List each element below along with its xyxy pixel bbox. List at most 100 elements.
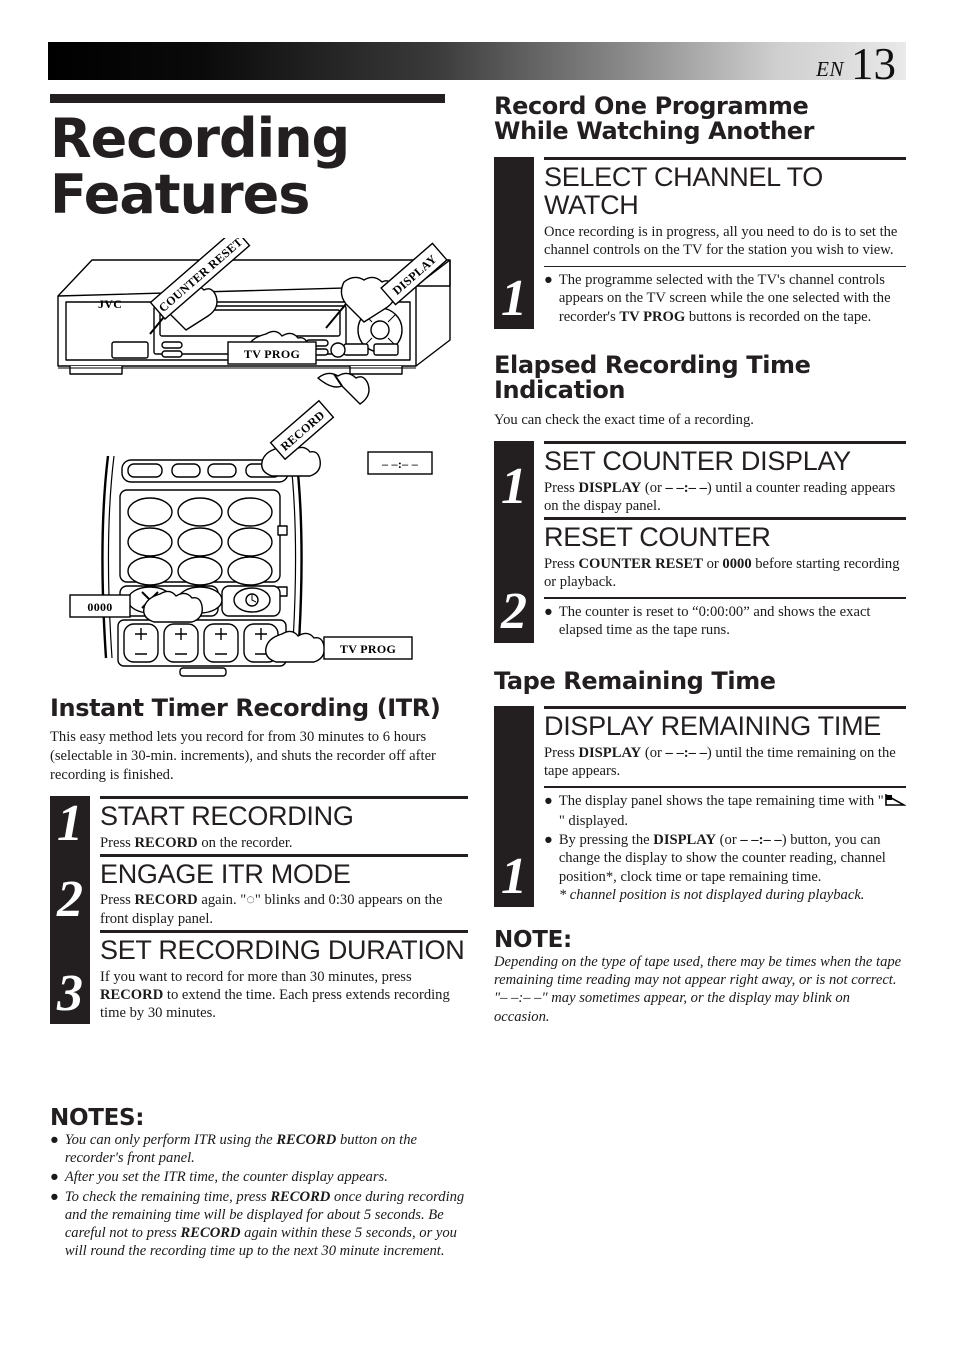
step-block: START RECORDING Press RECORD on the recor… [100,796,468,854]
list-item: ● You can only perform ITR using the RECO… [50,1131,468,1167]
page-number-group: EN 13 [816,39,906,86]
step-body-column: SELECT CHANNEL TO WATCH Once recording is… [534,156,906,329]
record-one-heading-line2: While Watching Another [494,117,815,146]
bullet-list: ● The programme selected with the TV's ch… [544,267,906,326]
step-title: ENGAGE ITR MODE [100,858,351,889]
step-title: SET RECORDING DURATION [100,934,465,965]
step-description: Press RECORD on the recorder. [100,834,293,851]
tape-remaining-section: Tape Remaining Time 1 DISPLAY REMAINING T… [494,668,907,908]
itr-notes-section: NOTES: ● You can only perform ITR using t… [50,1105,468,1262]
list-item: ● The display panel shows the tape remain… [544,792,907,830]
step-number: 1 [501,847,527,905]
step-body-column: START RECORDING Press RECORD on the recor… [90,796,468,1024]
bullet-text: The programme selected with the TV's cha… [558,272,891,325]
list-item: ● To check the remaining time, press RECO… [50,1188,468,1261]
elapsed-heading: Elapsed Recording Time Indication [494,352,906,405]
emphasis-bold: RECORD [270,1188,331,1205]
callout-dashes-button: – –:– – [367,451,433,475]
emphasis-bold: RECORD [134,892,198,909]
vcr-and-remote-illustration: COUNTER RESET DISPLAY TV PROG RECORD – –… [50,238,470,678]
callout-zero-button: 0000 [69,594,131,618]
note-text: After you set the ITR time, the counter … [64,1169,388,1186]
step-number: 3 [57,965,83,1023]
step-title: RESET COUNTER [544,522,771,553]
step-title: DISPLAY REMAINING TIME [544,710,881,741]
elapsed-steps: 1 2 SET COUNTER DISPLAY Press DISPLAY (or –… [494,441,906,643]
list-item: ● By pressing the DISPLAY (or – –:– –) bu… [544,831,906,904]
emphasis-bold: RECORD [180,1225,241,1242]
emphasis-bold: RECORD [100,986,164,1003]
list-item: ● The programme selected with the TV's ch… [544,271,906,326]
emphasis-bold: TV PROG [619,308,686,325]
emphasis-bold: – –:– – [665,479,707,496]
step-number-column: 12 [494,441,534,643]
emphasis-italic: * channel position is not displayed duri… [558,886,865,903]
bullet-dot: ● [50,1169,59,1186]
callout-tv-prog-vcr: TV PROG [227,341,317,365]
emphasis-bold: – –:– – [665,744,707,761]
emphasis-bold: RECORD [134,834,198,851]
step-number-column: 1 2 3 [50,796,90,1025]
tape-remaining-steps: 1 DISPLAY REMAINING TIME Press DISPLAY (or… [494,705,907,908]
step-description: Press DISPLAY (or – –:– –) until a count… [544,479,896,515]
page-header-bar: EN 13 [48,41,906,86]
callout-tv-prog-remote-label: TV PROG [340,642,396,656]
tape-note-body: Depending on the type of tape used, ther… [494,954,902,1025]
step-title: START RECORDING [100,801,354,832]
step-block: ENGAGE ITR MODE Press RECORD again. "◌" b… [100,853,468,930]
elapsed-heading-line2: Indication [494,376,626,405]
step-number: 2 [501,583,527,641]
record-one-heading: Record One Programme While Watching Anot… [494,92,906,146]
step-description: Press COUNTER RESET or 0000 before start… [544,555,900,591]
right-column: Record One Programme While Watching Anot… [494,92,907,1026]
callout-zero-button-label: 0000 [87,600,112,614]
step-number-column: 1 [494,705,534,908]
record-one-steps: 1 SELECT CHANNEL TO WATCH Once recording i… [494,156,906,329]
list-item: ● After you set the ITR time, the counter… [50,1168,468,1186]
step-number: 2 [57,871,83,929]
itr-heading: Instant Timer Recording (ITR) [50,694,441,722]
itr-notes-heading: NOTES: [50,1105,145,1131]
step-title: SELECT CHANNEL TO WATCH [544,161,823,221]
itr-intro: This easy method lets you record for fro… [50,729,436,783]
document-page: EN 13 Recording Features COUNTER RESET D… [0,0,954,1349]
elapsed-intro: You can check the exact time of a record… [494,411,754,428]
step-number-column: 1 [494,156,534,329]
step-body-column: DISPLAY REMAINING TIME Press DISPLAY (or … [534,705,907,907]
step-block: DISPLAY REMAINING TIME Press DISPLAY (or … [544,705,907,907]
emphasis-bold: – –:– – [740,832,782,849]
page-title: Recording Features [50,111,468,222]
emphasis-bold: RECORD [276,1132,337,1148]
record-one-section: Record One Programme While Watching Anot… [494,92,906,329]
tape-remaining-icon [884,793,907,812]
vcr-brand-label: JVC [98,297,122,311]
step-block: RESET COUNTER Press COUNTER RESET or 0000… [544,517,906,642]
step-block: SET COUNTER DISPLAY Press DISPLAY (or – –… [544,441,906,517]
step-description: If you want to record for more than 30 m… [100,968,450,1022]
callout-tv-prog-vcr-label: TV PROG [244,347,300,361]
bullet-list: ● The counter is reset to “0:00:00” and s… [544,599,906,639]
emphasis-bold: DISPLAY [653,832,717,849]
bullet-list: ● The display panel shows the tape remain… [544,788,907,904]
bullet-text: The display panel shows the tape remaini… [559,792,907,830]
title-rule [50,94,445,103]
step-title: SET COUNTER DISPLAY [544,446,851,477]
callout-dashes-button-label: – –:– – [381,457,419,471]
step-block: SELECT CHANNEL TO WATCH Once recording is… [544,156,906,329]
tape-note-heading: NOTE: [494,927,572,954]
note-text: To check the remaining time, press RECOR… [64,1188,465,1260]
bullet-dot: ● [50,1132,59,1148]
left-column: Recording Features [50,94,468,222]
bullet-dot: ● [544,832,553,849]
elapsed-section: Elapsed Recording Time Indication You ca… [494,352,906,643]
illustration-svg: COUNTER RESET DISPLAY TV PROG RECORD – –… [57,238,451,677]
record-one-heading-line1: Record One Programme [494,92,809,120]
language-code: EN [816,56,844,81]
emphasis-bold: DISPLAY [578,479,642,496]
step-description: Once recording is in progress, all you n… [544,224,898,259]
bullet-dot: ● [544,604,553,621]
itr-notes-body: ● You can only perform ITR using the RECO… [50,1131,468,1261]
bullet-text: The counter is reset to “0:00:00” and sh… [558,604,871,639]
step-number: 1 [501,269,527,327]
list-item: ● The counter is reset to “0:00:00” and s… [544,603,906,639]
